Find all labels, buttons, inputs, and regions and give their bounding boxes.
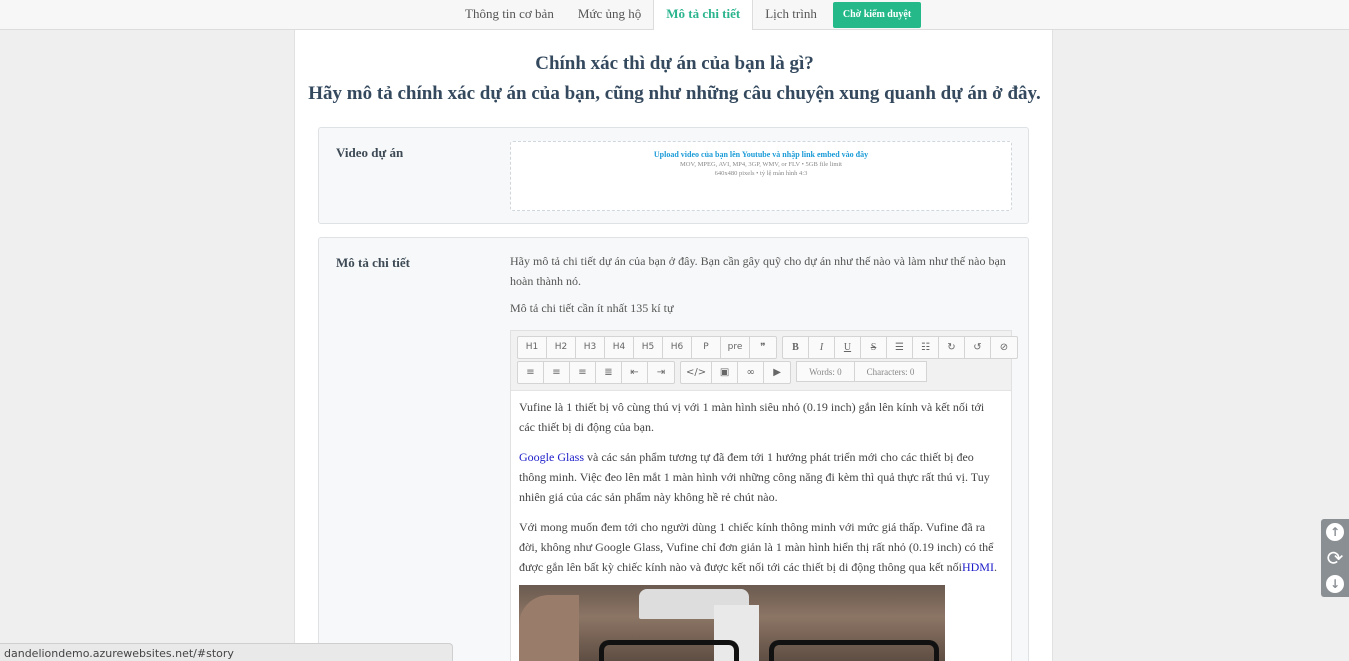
h1-button[interactable]: H1 — [518, 337, 547, 358]
page-title: Chính xác thì dự án của bạn là gì? — [535, 53, 814, 74]
google-glass-link[interactable]: Google Glass — [519, 450, 584, 464]
align-group: ≡ ≡ ≡ ≣ ⇤ ⇥ — [517, 361, 675, 384]
h5-button[interactable]: H5 — [634, 337, 663, 358]
clear-format-icon[interactable]: ⊘ — [991, 337, 1017, 358]
rich-text-editor: H1 H2 H3 H4 H5 H6 P pre ❞ B I U S ☰ ☷ ↻ … — [510, 330, 1018, 661]
align-justify-icon[interactable]: ≣ — [596, 362, 622, 383]
bold-button[interactable]: B — [783, 337, 809, 358]
format-group: B I U S ☰ ☷ ↻ ↺ ⊘ — [782, 336, 1018, 359]
description-label: Mô tả chi tiết — [336, 255, 411, 270]
refresh-button[interactable]: ⟳ — [1321, 545, 1349, 571]
refresh-icon: ⟳ — [1326, 546, 1344, 570]
code-icon[interactable]: </> — [681, 362, 713, 383]
top-tab-bar: Thông tin cơ bản Mức ủng hộ Mô tả chi ti… — [0, 0, 1349, 31]
undo-icon[interactable]: ↺ — [965, 337, 991, 358]
description-min-chars: Mô tả chi tiết cần ít nhất 135 kí tự — [510, 301, 674, 315]
tab-details[interactable]: Mô tả chi tiết — [653, 0, 754, 31]
content-text: . — [993, 560, 997, 574]
quote-icon[interactable]: ❞ — [750, 337, 776, 358]
upload-title: Upload video của bạn lên Youtube và nhập… — [653, 150, 869, 159]
bullet-list-icon[interactable]: ☰ — [887, 337, 913, 358]
editor-content[interactable]: Vufine là 1 thiết bị vô cùng thú vị với … — [511, 391, 1011, 661]
align-center-icon[interactable]: ≡ — [544, 362, 570, 383]
description-help-text: Hãy mô tả chi tiết dự án của bạn ở đây. … — [510, 254, 1006, 288]
h6-button[interactable]: H6 — [663, 337, 692, 358]
paragraph-button[interactable]: P — [692, 337, 721, 358]
word-count: Words: 0 — [796, 361, 855, 382]
video-upload-box[interactable]: Upload video của bạn lên Youtube và nhập… — [510, 141, 1012, 211]
scroll-nav: ↑ ⟳ ↓ — [1321, 519, 1349, 597]
image-icon[interactable]: ▣ — [712, 362, 739, 383]
scroll-up-button[interactable]: ↑ — [1321, 519, 1349, 545]
indent-icon[interactable]: ⇥ — [648, 362, 674, 383]
arrow-down-icon: ↓ — [1326, 575, 1344, 593]
pre-button[interactable]: pre — [721, 337, 750, 358]
character-count: Characters: 0 — [854, 361, 928, 382]
h3-button[interactable]: H3 — [576, 337, 605, 358]
underline-button[interactable]: U — [835, 337, 861, 358]
upload-formats: MOV, MPEG, AVI, MP4, 3GP, WMV, or FLV • … — [680, 161, 842, 168]
content-image — [519, 585, 945, 661]
browser-status-bar: dandeliondemo.azurewebsites.net/#story — [0, 643, 453, 661]
main-panel: Chính xác thì dự án của bạn là gì? Hãy m… — [294, 30, 1053, 661]
scroll-down-button[interactable]: ↓ — [1321, 571, 1349, 597]
outdent-icon[interactable]: ⇤ — [622, 362, 648, 383]
insert-group: </> ▣ ∞ ▶ — [680, 361, 792, 384]
h2-button[interactable]: H2 — [547, 337, 576, 358]
content-paragraph: Google Glass và các sản phẩm tương tự đã… — [519, 447, 1003, 507]
content-text: Với mong muốn đem tới cho người dùng 1 c… — [519, 520, 994, 574]
content-paragraph: Vufine là 1 thiết bị vô cùng thú vị với … — [519, 400, 985, 434]
link-icon[interactable]: ∞ — [738, 362, 765, 383]
heading-group: H1 H2 H3 H4 H5 H6 P pre ❞ — [517, 336, 777, 359]
arrow-up-icon: ↑ — [1326, 523, 1344, 541]
video-label: Video dự án — [336, 145, 404, 160]
content-paragraph: Với mong muốn đem tới cho người dùng 1 c… — [519, 517, 1003, 577]
tab-schedule[interactable]: Lịch trình — [753, 0, 829, 30]
content-text: và các sản phẩm tương tự đã đem tới 1 hư… — [519, 450, 990, 504]
align-left-icon[interactable]: ≡ — [518, 362, 544, 383]
numbered-list-icon[interactable]: ☷ — [913, 337, 939, 358]
description-card: Mô tả chi tiết Hãy mô tả chi tiết dự án … — [318, 237, 1029, 661]
tab-basic-info[interactable]: Thông tin cơ bản — [453, 0, 566, 30]
page-subtitle: Hãy mô tả chính xác dự án của bạn, cũng … — [308, 83, 1041, 104]
hdmi-link[interactable]: HDMI — [962, 560, 994, 574]
h4-button[interactable]: H4 — [605, 337, 634, 358]
upload-size: 640x480 pixels • tỷ lệ màn hình 4:3 — [714, 170, 808, 177]
align-right-icon[interactable]: ≡ — [570, 362, 596, 383]
italic-button[interactable]: I — [809, 337, 835, 358]
video-icon[interactable]: ▶ — [764, 362, 790, 383]
redo-icon[interactable]: ↻ — [939, 337, 965, 358]
pending-review-button[interactable]: Chờ kiểm duyệt — [832, 2, 922, 28]
editor-toolbar: H1 H2 H3 H4 H5 H6 P pre ❞ B I U S ☰ ☷ ↻ … — [511, 331, 1018, 391]
tab-list: Thông tin cơ bản Mức ủng hộ Mô tả chi ti… — [453, 0, 922, 31]
video-card: Video dự án Upload video của bạn lên You… — [318, 127, 1029, 224]
strikethrough-button[interactable]: S — [861, 337, 887, 358]
tab-reward-levels[interactable]: Mức ủng hộ — [566, 0, 653, 30]
